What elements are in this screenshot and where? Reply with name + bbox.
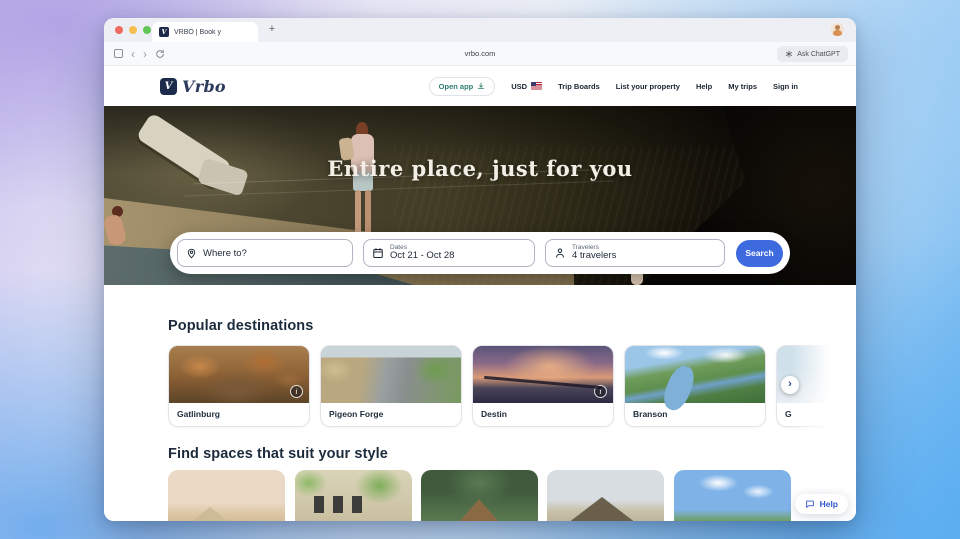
destination-card[interactable]: Destin xyxy=(472,345,614,427)
style-image xyxy=(421,470,538,521)
style-card[interactable] xyxy=(295,470,412,521)
nav-list-your-property[interactable]: List your property xyxy=(616,82,680,91)
travelers-field[interactable]: Travelers 4 travelers xyxy=(545,239,725,267)
browser-toolbar: vrbo.com Ask ChatGPT xyxy=(104,42,856,66)
search-bar: Dates Oct 21 - Oct 28 Travelers 4 travel… xyxy=(170,232,790,274)
help-launcher-button[interactable]: Help xyxy=(795,494,848,514)
help-launcher-label: Help xyxy=(820,499,838,509)
tab-title: VRBO | Book y xyxy=(174,29,251,36)
style-image xyxy=(168,470,285,521)
us-flag-icon xyxy=(531,82,542,90)
travelers-value: 4 travelers xyxy=(572,251,616,261)
open-app-label: Open app xyxy=(439,82,474,91)
avatar-body-icon xyxy=(833,30,842,36)
destination-image xyxy=(321,346,461,403)
nav-my-trips[interactable]: My trips xyxy=(728,82,757,91)
where-field[interactable] xyxy=(177,239,353,267)
destination-name: Branson xyxy=(625,403,765,419)
travelers-icon xyxy=(554,247,566,259)
nav-help[interactable]: Help xyxy=(696,82,712,91)
style-card[interactable] xyxy=(674,470,791,521)
chatgpt-icon xyxy=(785,50,793,58)
hero-section: Entire place, just for you xyxy=(104,106,856,285)
chevron-right-icon[interactable] xyxy=(781,376,799,394)
info-icon[interactable] xyxy=(594,385,607,398)
calendar-icon xyxy=(372,247,384,259)
desktop-background: V VRBO | Book y vrbo.com xyxy=(0,0,960,539)
search-button[interactable]: Search xyxy=(736,240,783,267)
new-tab-button[interactable] xyxy=(264,22,280,38)
chat-bubble-icon xyxy=(805,499,815,509)
destination-image xyxy=(625,346,765,403)
style-card[interactable] xyxy=(547,470,664,521)
sidebar-icon[interactable] xyxy=(114,49,123,58)
popular-destinations-title: Popular destinations xyxy=(168,318,313,334)
browser-tab[interactable]: V VRBO | Book y xyxy=(152,22,258,42)
vrbo-logo-wordmark: Vrbo xyxy=(182,77,226,96)
style-image xyxy=(547,470,664,521)
nav-currency-selector[interactable]: USD xyxy=(511,82,542,91)
destination-image xyxy=(473,346,613,403)
close-window-button[interactable] xyxy=(115,26,123,34)
minimize-window-button[interactable] xyxy=(129,26,137,34)
vrbo-logo[interactable]: V Vrbo xyxy=(160,77,226,96)
carousel-edge-fade xyxy=(792,341,856,433)
destination-card[interactable]: Branson xyxy=(624,345,766,427)
destination-image xyxy=(169,346,309,403)
dates-value: Oct 21 - Oct 28 xyxy=(390,251,454,261)
vrbo-favicon-icon: V xyxy=(159,27,169,37)
nav-sign-in[interactable]: Sign in xyxy=(773,82,798,91)
nav-open-app-button[interactable]: Open app xyxy=(429,77,496,96)
style-image xyxy=(674,470,791,521)
primary-nav: Open app USD Trip Boards List your prope… xyxy=(429,77,798,96)
info-icon[interactable] xyxy=(290,385,303,398)
dates-field[interactable]: Dates Oct 21 - Oct 28 xyxy=(363,239,535,267)
vrbo-logo-badge-icon: V xyxy=(160,78,177,95)
find-spaces-title: Find spaces that suit your style xyxy=(168,446,388,462)
back-icon[interactable] xyxy=(131,47,135,61)
browser-window: V VRBO | Book y vrbo.com xyxy=(104,18,856,521)
download-icon xyxy=(477,82,485,90)
window-controls xyxy=(115,26,151,34)
destination-card[interactable]: Pigeon Forge xyxy=(320,345,462,427)
forward-icon[interactable] xyxy=(143,47,147,61)
style-card[interactable] xyxy=(421,470,538,521)
zoom-window-button[interactable] xyxy=(143,26,151,34)
site-header: V Vrbo Open app USD Trip Boards xyxy=(104,66,856,106)
vrbo-page: V Vrbo Open app USD Trip Boards xyxy=(104,66,856,521)
destination-name: Pigeon Forge xyxy=(321,403,461,419)
destination-card[interactable]: Gatlinburg xyxy=(168,345,310,427)
style-card[interactable] xyxy=(168,470,285,521)
ask-chatgpt-label: Ask ChatGPT xyxy=(797,51,840,58)
style-image xyxy=(295,470,412,521)
currency-label: USD xyxy=(511,82,527,91)
destination-name: Gatlinburg xyxy=(169,403,309,419)
location-pin-icon xyxy=(186,248,197,259)
profile-avatar[interactable] xyxy=(831,23,844,36)
browser-titlebar: V VRBO | Book y xyxy=(104,18,856,42)
hero-person-pool xyxy=(104,206,130,246)
address-bar[interactable]: vrbo.com xyxy=(104,49,856,58)
where-input[interactable] xyxy=(203,248,344,259)
reload-icon[interactable] xyxy=(155,49,165,59)
nav-trip-boards[interactable]: Trip Boards xyxy=(558,82,600,91)
destination-name: Destin xyxy=(473,403,613,419)
ask-chatgpt-button[interactable]: Ask ChatGPT xyxy=(777,46,848,62)
hero-headline: Entire place, just for you xyxy=(104,156,856,181)
